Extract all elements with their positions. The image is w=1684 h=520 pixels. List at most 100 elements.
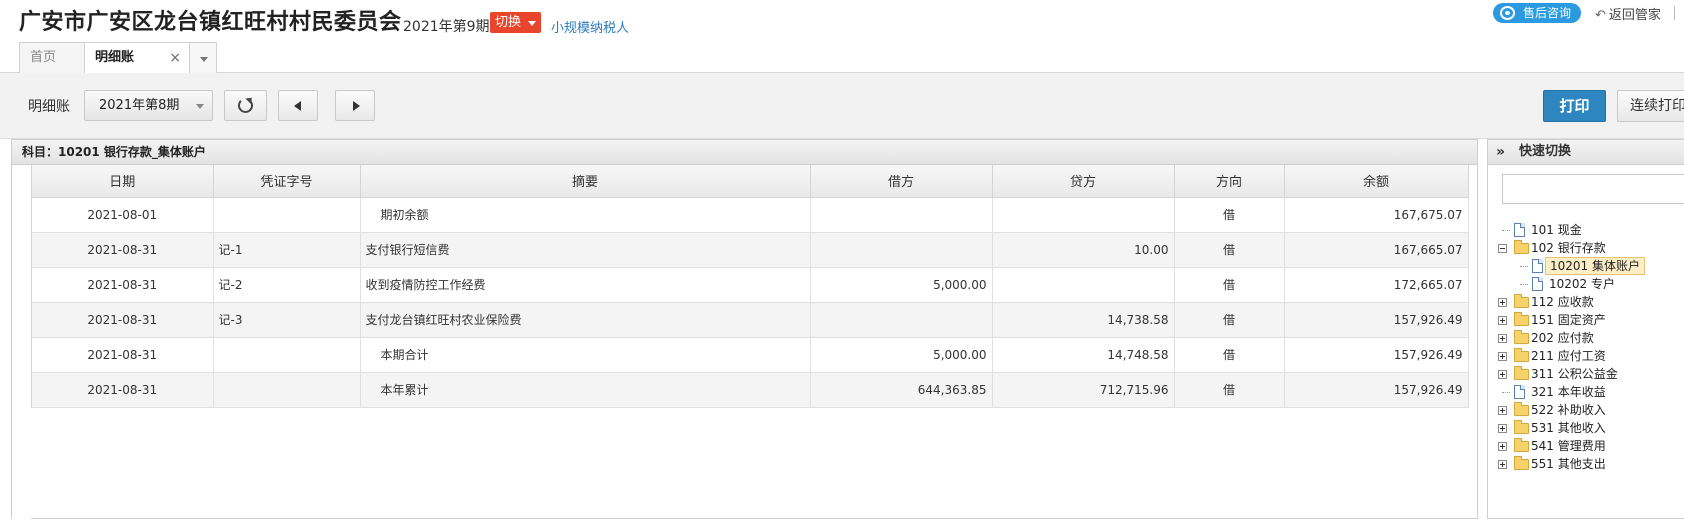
- table-row[interactable]: 2021-08-31 记-3 支付龙台镇红旺村农业保险费 14,738.58 借…: [32, 302, 1469, 338]
- period-select[interactable]: 2021年第8期: [84, 90, 213, 121]
- tree-node[interactable]: 551 其他支出: [1498, 455, 1684, 473]
- table-row[interactable]: 2021-08-31 记-2 收到疫情防控工作经费 5,000.00 借 172…: [32, 267, 1469, 303]
- continuous-print-button[interactable]: 连续打印: [1617, 90, 1684, 122]
- print-button[interactable]: 打印: [1543, 90, 1606, 122]
- expand-icon[interactable]: [1498, 352, 1507, 361]
- after-sales-support-button[interactable]: 售后咨询: [1493, 3, 1581, 23]
- cell-voucher[interactable]: 记-3: [213, 302, 361, 338]
- cell-voucher[interactable]: [213, 197, 361, 233]
- tree-node[interactable]: 541 管理费用: [1498, 437, 1684, 455]
- app-header: 广安市广安区龙台镇红旺村村民委员会 2021年第9期 切换 小规模纳税人 售后咨…: [0, 0, 1684, 74]
- close-icon[interactable]: ×: [169, 43, 181, 73]
- tree-node[interactable]: 151 固定资产: [1498, 311, 1684, 329]
- row-number-gutter: [12, 165, 31, 520]
- tree-node[interactable]: 531 其他收入: [1498, 419, 1684, 437]
- cell-voucher[interactable]: 记-2: [213, 267, 361, 303]
- cell-credit: 14,738.58: [992, 302, 1175, 338]
- refresh-button[interactable]: [224, 90, 267, 121]
- tree-node-label: 211 应付工资: [1531, 349, 1606, 363]
- column-header-summary[interactable]: 摘要: [360, 165, 811, 198]
- cell-balance: 167,675.07: [1284, 197, 1469, 233]
- tree-node-label: 551 其他支出: [1531, 457, 1606, 471]
- organization-title: 广安市广安区龙台镇红旺村村民委员会: [19, 10, 402, 35]
- table-row[interactable]: 2021-08-01 期初余额 借 167,675.07: [32, 197, 1469, 233]
- tree-node[interactable]: 522 补助收入: [1498, 401, 1684, 419]
- cell-voucher[interactable]: [213, 372, 361, 408]
- expand-icon[interactable]: [1498, 334, 1507, 343]
- tree-node-label: 10202 专户: [1549, 277, 1615, 291]
- expand-icon[interactable]: [1498, 370, 1507, 379]
- ledger-grid: 日期 凭证字号 摘要 借方 贷方 方向 余额 2021-08-01 期初余额 借: [31, 165, 1479, 408]
- column-header-balance[interactable]: 余额: [1284, 165, 1469, 198]
- cell-direction: 借: [1174, 267, 1285, 303]
- expand-icon[interactable]: [1498, 424, 1507, 433]
- tree-node-label: 10201 集体账户: [1545, 257, 1645, 275]
- folder-icon: [1514, 366, 1529, 380]
- next-period-button[interactable]: [335, 90, 375, 121]
- tree-node[interactable]: 10201 集体账户: [1498, 257, 1684, 275]
- undo-arrow-icon: ↶: [1595, 8, 1606, 23]
- tree-node[interactable]: 10202 专户: [1498, 275, 1684, 293]
- tab-home[interactable]: 首页: [19, 42, 85, 73]
- tree-node-label: 321 本年收益: [1531, 385, 1606, 399]
- tree-node[interactable]: 321 本年收益: [1498, 383, 1684, 401]
- cell-voucher[interactable]: [213, 337, 361, 373]
- tree-node[interactable]: 102 银行存款: [1498, 239, 1684, 257]
- column-header-credit[interactable]: 贷方: [992, 165, 1175, 198]
- support-label: 售后咨询: [1523, 6, 1572, 20]
- double-chevron-right-icon[interactable]: »: [1496, 140, 1505, 164]
- header-divider: [1674, 6, 1675, 20]
- taxpayer-type-link[interactable]: 小规模纳税人: [551, 17, 629, 36]
- account-search-input[interactable]: [1502, 174, 1684, 204]
- cell-credit: 712,715.96: [992, 372, 1175, 408]
- ledger-table: 日期 凭证字号 摘要 借方 贷方 方向 余额 2021-08-01 期初余额 借: [32, 165, 1469, 408]
- cell-date: 2021-08-31: [32, 232, 214, 268]
- back-label: 返回管家: [1608, 8, 1661, 23]
- switch-label: 切换: [495, 15, 522, 30]
- tab-more-dropdown[interactable]: [189, 42, 217, 73]
- cell-summary: 支付银行短信费: [360, 232, 811, 268]
- column-header-voucher[interactable]: 凭证字号: [213, 165, 361, 198]
- document-icon: [1532, 259, 1543, 273]
- cell-date: 2021-08-01: [32, 197, 214, 233]
- document-icon: [1532, 277, 1543, 291]
- table-row[interactable]: 2021-08-31 记-1 支付银行短信费 10.00 借 167,665.0…: [32, 232, 1469, 268]
- folder-icon: [1514, 312, 1529, 326]
- expand-icon[interactable]: [1498, 442, 1507, 451]
- tree-node[interactable]: 202 应付款: [1498, 329, 1684, 347]
- tree-node[interactable]: 211 应付工资: [1498, 347, 1684, 365]
- tab-detail-ledger[interactable]: 明细账 ×: [84, 42, 190, 74]
- column-header-direction[interactable]: 方向: [1174, 165, 1285, 198]
- back-to-manager-link[interactable]: ↶ 返回管家: [1595, 4, 1661, 23]
- table-row[interactable]: 2021-08-31 本年累计 644,363.85 712,715.96 借 …: [32, 372, 1469, 408]
- tree-connector: [1520, 284, 1528, 285]
- chevron-down-icon: [196, 104, 204, 109]
- table-row[interactable]: 2021-08-31 本期合计 5,000.00 14,748.58 借 157…: [32, 337, 1469, 373]
- expand-icon[interactable]: [1498, 406, 1507, 415]
- tree-node[interactable]: 101 现金: [1498, 221, 1684, 239]
- expand-icon[interactable]: [1498, 316, 1507, 325]
- cell-voucher[interactable]: 记-1: [213, 232, 361, 268]
- quick-switch-header: » 快速切换: [1488, 140, 1684, 165]
- collapse-icon[interactable]: [1498, 244, 1507, 253]
- tree-node[interactable]: 311 公积公益金: [1498, 365, 1684, 383]
- cell-summary: 支付龙台镇红旺村农业保险费: [360, 302, 811, 338]
- previous-period-button[interactable]: [278, 90, 318, 121]
- cell-summary: 本期合计: [360, 337, 811, 373]
- expand-icon[interactable]: [1498, 298, 1507, 307]
- subject-title: 科目：10201 银行存款_集体账户: [12, 140, 1477, 165]
- switch-period-button[interactable]: 切换: [490, 12, 541, 33]
- toolbar: 明细账 2021年第8期 打印 连续打印: [0, 73, 1684, 139]
- arrow-right-icon: [353, 101, 360, 111]
- document-icon: [1514, 223, 1525, 237]
- cell-summary: 收到疫情防控工作经费: [360, 267, 811, 303]
- tree-node-label: 522 补助收入: [1531, 403, 1606, 417]
- tree-node-label: 112 应收款: [1531, 295, 1594, 309]
- folder-icon: [1514, 402, 1529, 416]
- cell-balance: 157,926.49: [1284, 372, 1469, 408]
- column-header-date[interactable]: 日期: [32, 165, 214, 198]
- cell-date: 2021-08-31: [32, 302, 214, 338]
- column-header-debit[interactable]: 借方: [810, 165, 993, 198]
- tree-node[interactable]: 112 应收款: [1498, 293, 1684, 311]
- expand-icon[interactable]: [1498, 460, 1507, 469]
